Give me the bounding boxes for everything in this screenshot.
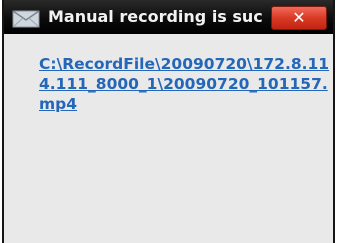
notification-window: Manual recording is suc ✕ C:\RecordFile\… xyxy=(2,0,335,243)
message-body: C:\RecordFile\20090720\172.8.114.111_800… xyxy=(4,34,333,243)
recording-file-link[interactable]: C:\RecordFile\20090720\172.8.114.111_800… xyxy=(39,54,331,114)
close-button[interactable]: ✕ xyxy=(271,6,327,30)
window-title: Manual recording is suc xyxy=(48,7,263,26)
title-bar[interactable]: Manual recording is suc ✕ xyxy=(4,0,333,34)
envelope-icon xyxy=(12,10,40,28)
